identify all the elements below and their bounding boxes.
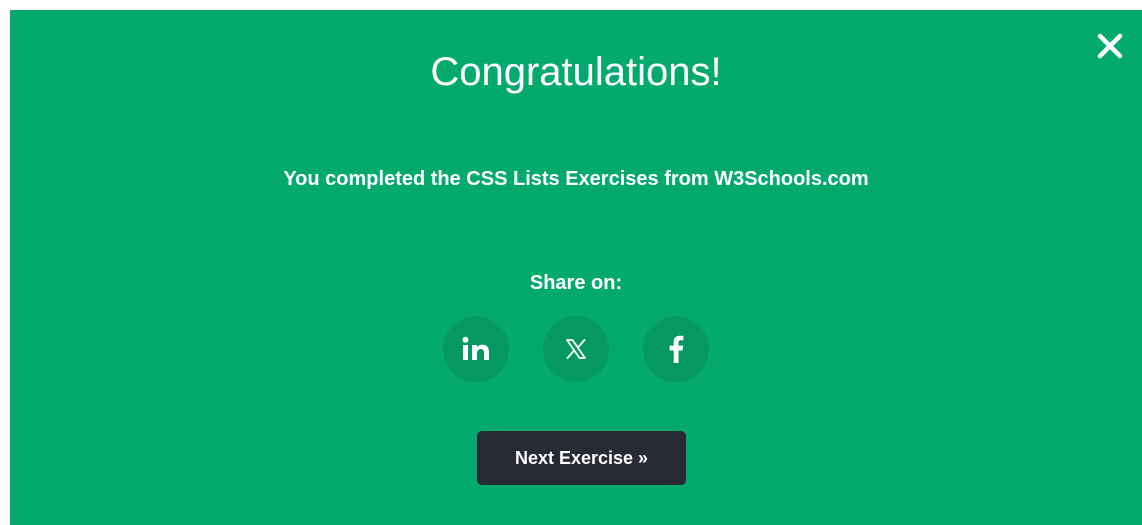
share-buttons: [10, 316, 1142, 382]
facebook-icon: [669, 335, 684, 363]
share-label: Share on:: [529, 272, 623, 294]
linkedin-icon: [462, 336, 489, 360]
share-linkedin-button[interactable]: [443, 316, 509, 382]
completion-message: You completed the CSS Lists Exercises fr…: [283, 168, 869, 190]
next-exercise-button[interactable]: Next Exercise »: [477, 431, 686, 485]
share-x-button[interactable]: [543, 316, 609, 382]
congratulations-modal: Congratulations! You completed the CSS L…: [10, 10, 1142, 525]
x-icon: [566, 339, 586, 359]
modal-title: Congratulations!: [430, 50, 722, 94]
share-facebook-button[interactable]: [643, 316, 709, 382]
